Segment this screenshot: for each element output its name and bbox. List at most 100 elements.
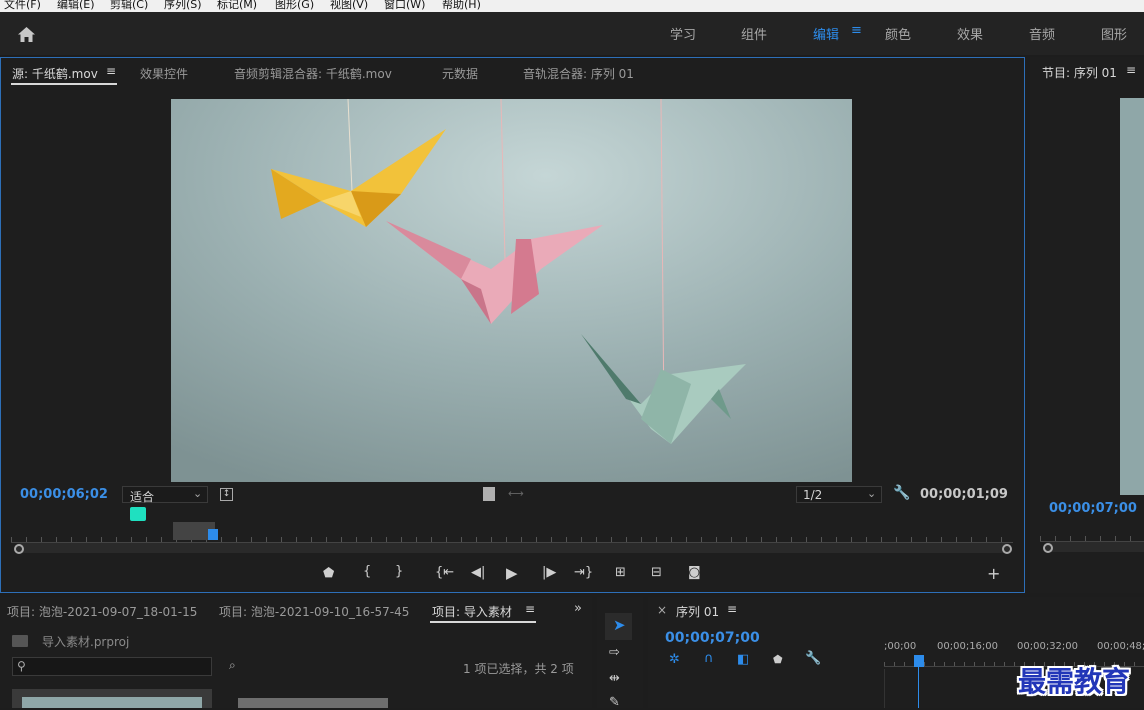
chevron-down-icon: ⌄ xyxy=(867,487,877,500)
track-select-tool-icon[interactable]: ⇨ xyxy=(609,645,620,660)
tab-metadata[interactable]: 元数据 xyxy=(442,65,478,82)
fit-select[interactable]: 适合 ⌄ xyxy=(122,486,208,504)
program-zoom-scrollbar[interactable] xyxy=(1044,542,1144,552)
clip-thumbnail-image xyxy=(22,697,202,708)
tab-program[interactable]: 节目: 序列 01 xyxy=(1042,64,1117,81)
program-video-frame xyxy=(1120,98,1144,495)
nest-icon[interactable]: ✲ xyxy=(669,652,680,667)
folder-icon xyxy=(12,635,28,647)
menu-view[interactable]: 视图(V) xyxy=(330,0,368,12)
add-marker-icon[interactable]: ⬟ xyxy=(323,566,334,581)
go-to-out-icon[interactable]: ⇥} xyxy=(574,565,593,580)
menu-window[interactable]: 窗口(W) xyxy=(384,0,425,12)
tab-project-1[interactable]: 项目: 泡泡-2021-09-07_18-01-15 xyxy=(7,603,197,620)
menu-graphics[interactable]: 图形(G) xyxy=(275,0,314,12)
ripple-edit-tool-icon[interactable]: ⇹ xyxy=(609,671,620,686)
film-icon[interactable] xyxy=(483,487,495,501)
watermark-logo: 最需教育 xyxy=(1018,665,1131,698)
find-icon[interactable]: ⌕ xyxy=(229,658,236,673)
workspace-learn[interactable]: 学习 xyxy=(670,24,696,43)
arrow-icon: ➤ xyxy=(613,616,626,634)
source-duration: 00;00;01;09 xyxy=(920,487,1008,502)
marker-icon[interactable] xyxy=(130,507,146,521)
menu-help[interactable]: 帮助(H) xyxy=(442,0,481,12)
mark-out-icon[interactable]: } xyxy=(395,564,403,579)
workspace-effects[interactable]: 效果 xyxy=(957,24,983,43)
playhead[interactable] xyxy=(208,529,218,540)
safe-margins-icon[interactable]: ↕ xyxy=(220,488,233,501)
workspace-menu-icon[interactable]: ≡ xyxy=(851,23,862,38)
active-tab-underline xyxy=(430,621,536,623)
zoom-handle-left[interactable] xyxy=(14,544,24,554)
workspace-color[interactable]: 颜色 xyxy=(885,24,911,43)
insert-icon[interactable]: ⊞ xyxy=(615,565,626,580)
step-back-icon[interactable]: ◀| xyxy=(471,565,485,580)
resolution-select[interactable]: 1/2 ⌄ xyxy=(796,486,882,503)
time-ruler[interactable] xyxy=(11,529,1013,543)
menu-file[interactable]: 文件(F) xyxy=(4,0,41,12)
tab-source[interactable]: 源: 千纸鹤.mov xyxy=(12,65,98,82)
zoom-handle-right[interactable] xyxy=(1002,544,1012,554)
clip-thumbnail[interactable] xyxy=(12,689,212,708)
snap-icon[interactable]: ∩ xyxy=(704,651,714,666)
workspace-audio[interactable]: 音频 xyxy=(1029,24,1055,43)
program-timecode[interactable]: 00;00;07;00 xyxy=(1049,501,1137,516)
menu-clip[interactable]: 剪辑(C) xyxy=(110,0,148,12)
linked-selection-icon[interactable]: ◧ xyxy=(737,652,749,667)
video-frame xyxy=(171,99,852,482)
tab-audio-track-mixer[interactable]: 音轨混合器: 序列 01 xyxy=(523,65,634,82)
source-timecode[interactable]: 00;00;06;02 xyxy=(20,487,108,502)
wrench-icon[interactable]: 🔧 xyxy=(805,651,821,666)
timeline-playhead-line xyxy=(918,667,919,708)
tab-sequence[interactable]: 序列 01 xyxy=(676,603,719,620)
menu-sequence[interactable]: 序列(S) xyxy=(164,0,202,12)
program-zoom-handle[interactable] xyxy=(1043,543,1053,553)
program-monitor-panel: 节目: 序列 01 ≡ 00;00;07;00 xyxy=(1030,57,1144,593)
program-time-ruler[interactable] xyxy=(1040,528,1144,542)
overwrite-icon[interactable]: ⊟ xyxy=(651,565,662,580)
project-panel: 项目: 泡泡-2021-09-07_18-01-15 项目: 泡泡-2021-0… xyxy=(0,597,592,708)
search-input[interactable]: ⚲ xyxy=(12,657,212,676)
ruler-label: 00;00;48;0 xyxy=(1097,641,1144,652)
workspace-bar: 学习 组件 编辑 ≡ 颜色 效果 音频 图形 xyxy=(0,12,1144,55)
menu-marker[interactable]: 标记(M) xyxy=(217,0,257,12)
tab-menu-icon[interactable]: ≡ xyxy=(525,602,535,616)
tab-project-2[interactable]: 项目: 泡泡-2021-09-10_16-57-45 xyxy=(219,603,409,620)
tab-project-3[interactable]: 项目: 导入素材 xyxy=(432,603,512,620)
workspace-editing[interactable]: 编辑 xyxy=(813,24,839,43)
ruler-label: ;00;00 xyxy=(884,641,917,652)
track-divider xyxy=(884,669,885,708)
timeline-playhead[interactable] xyxy=(914,655,924,667)
mark-in-icon[interactable]: { xyxy=(363,564,371,579)
tab-menu-icon[interactable]: ≡ xyxy=(1126,63,1136,77)
ruler-label: 00;00;16;00 xyxy=(937,641,999,652)
source-monitor-panel: 源: 千纸鹤.mov ≡ 效果控件 音频剪辑混合器: 千纸鹤.mov 元数据 音… xyxy=(0,57,1025,593)
audio-waveform-icon[interactable]: ⟷ xyxy=(508,487,524,500)
zoom-scrollbar[interactable] xyxy=(15,543,1011,553)
camera-icon[interactable]: ◙ xyxy=(688,565,701,580)
search-icon: ⚲ xyxy=(17,659,26,673)
home-icon[interactable] xyxy=(17,26,36,43)
step-forward-icon[interactable]: |▶ xyxy=(542,565,556,580)
close-icon[interactable]: × xyxy=(657,603,667,617)
menu-edit[interactable]: 编辑(E) xyxy=(57,0,95,12)
tab-audio-clip-mixer[interactable]: 音频剪辑混合器: 千纸鹤.mov xyxy=(234,65,392,82)
fit-select-value: 适合 xyxy=(130,490,155,504)
wrench-icon[interactable]: 🔧 xyxy=(893,485,910,501)
play-icon[interactable]: ▶ xyxy=(506,564,518,582)
clip-thumbnail-2[interactable] xyxy=(238,698,388,708)
tab-menu-icon[interactable]: ≡ xyxy=(727,602,737,616)
tools-panel: ➤ ⇨ ⇹ ✎ xyxy=(597,597,643,710)
selection-tool[interactable]: ➤ xyxy=(605,613,632,640)
timeline-timecode[interactable]: 00;00;07;00 xyxy=(665,630,760,646)
overflow-icon[interactable]: » xyxy=(574,601,582,616)
tab-menu-icon[interactable]: ≡ xyxy=(106,64,116,78)
workspace-assembly[interactable]: 组件 xyxy=(741,24,767,43)
tab-effect-controls[interactable]: 效果控件 xyxy=(140,65,188,82)
project-file-name: 导入素材.prproj xyxy=(42,635,130,649)
add-marker-icon[interactable]: ⬟ xyxy=(773,653,783,666)
add-button-icon[interactable]: + xyxy=(987,564,1000,583)
workspace-graphics[interactable]: 图形 xyxy=(1101,24,1127,43)
active-tab-underline xyxy=(11,83,117,85)
go-to-in-icon[interactable]: {⇤ xyxy=(435,565,454,580)
